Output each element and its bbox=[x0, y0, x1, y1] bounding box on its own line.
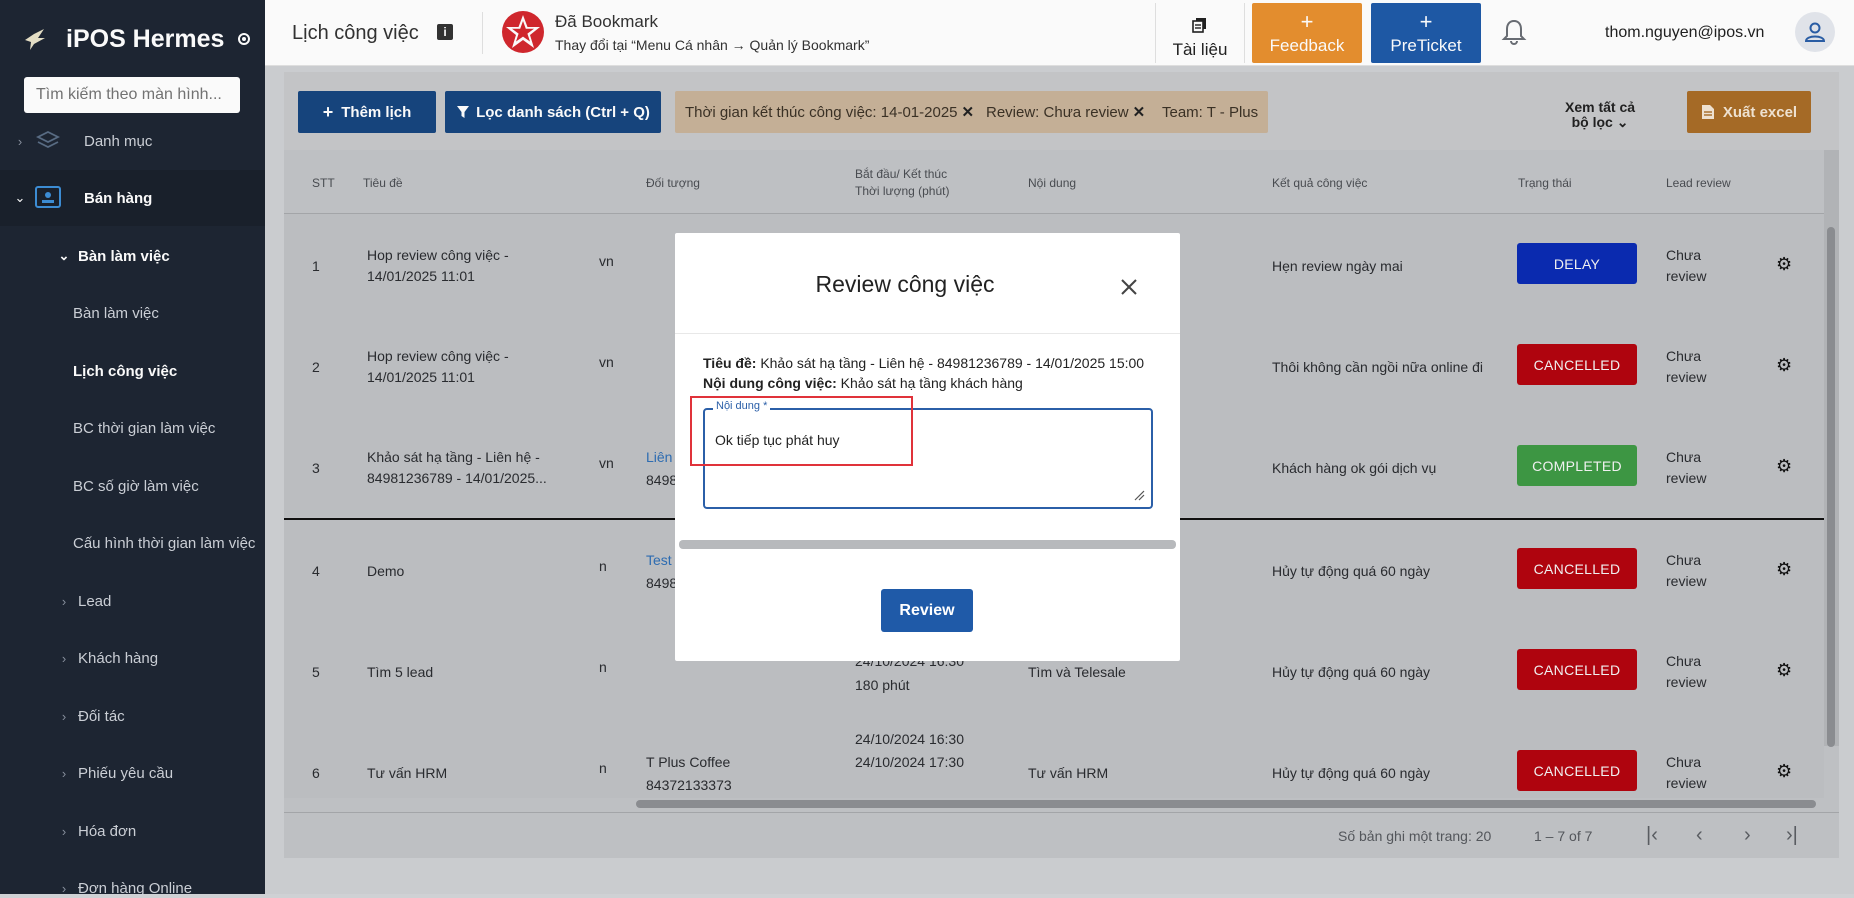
review-button[interactable]: Review bbox=[881, 589, 973, 632]
modal-horizontal-scrollbar[interactable] bbox=[679, 540, 1176, 549]
review-modal: Review công việc Tiêu đề: Khảo sát hạ tầ… bbox=[675, 233, 1180, 661]
task-title-line: Tiêu đề: Khảo sát hạ tầng - Liên hệ - 84… bbox=[703, 355, 1144, 371]
close-icon[interactable] bbox=[1115, 273, 1143, 301]
highlight-box bbox=[690, 396, 913, 466]
task-title-label: Tiêu đề: bbox=[703, 355, 757, 371]
modal-divider bbox=[675, 333, 1180, 334]
task-title-value: Khảo sát hạ tầng - Liên hệ - 84981236789… bbox=[760, 355, 1145, 371]
task-content-line: Nội dung công việc: Khảo sát hạ tầng khá… bbox=[703, 375, 1023, 391]
modal-title: Review công việc bbox=[815, 271, 995, 297]
task-content-label: Nội dung công việc: bbox=[703, 375, 837, 391]
task-content-value: Khảo sát hạ tầng khách hàng bbox=[840, 375, 1023, 391]
resize-handle-icon[interactable] bbox=[1133, 489, 1145, 501]
